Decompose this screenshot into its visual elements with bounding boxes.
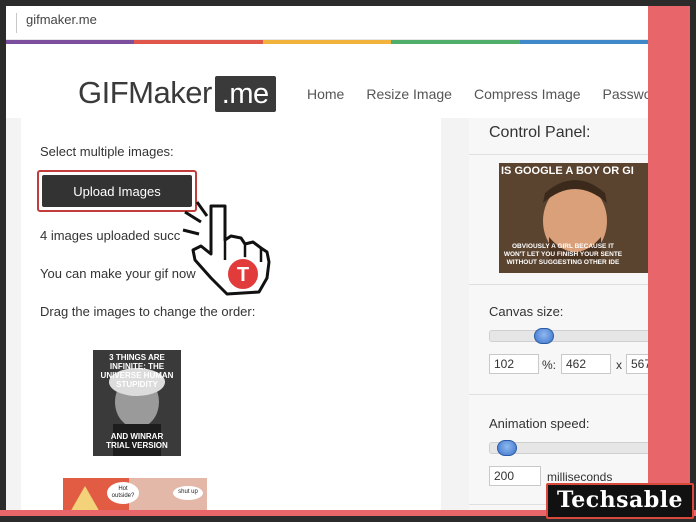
canvas-size-slider-handle[interactable] (534, 328, 554, 344)
nav-home[interactable]: Home (307, 86, 344, 102)
canvas-size-slider[interactable] (489, 328, 648, 344)
canvas-size-label: Canvas size: (489, 304, 564, 319)
hand-badge-letter: T (237, 264, 249, 286)
main-content: Select multiple images: Upload Images 4 … (6, 118, 648, 516)
comic-bubble-2: shut up (173, 486, 203, 500)
select-label: Select multiple images: (40, 144, 174, 159)
nav-password[interactable]: Passwo (603, 86, 648, 102)
address-bar[interactable]: gifmaker.me (6, 6, 648, 40)
dimension-separator: x (616, 358, 622, 372)
site-header: GIFMaker .me Home Resize Image Compress I… (6, 44, 648, 118)
decorative-frame-right (648, 6, 690, 516)
drag-instruction: Drag the images to change the order: (40, 304, 256, 319)
browser-window: gifmaker.me GIFMaker .me Home Resize Imag… (6, 6, 648, 516)
url-text[interactable]: gifmaker.me (26, 12, 97, 27)
animation-speed-input[interactable] (489, 466, 541, 486)
speed-unit: milliseconds (547, 470, 613, 484)
main-nav: Home Resize Image Compress Image Passwo (307, 86, 648, 102)
upload-panel: Select multiple images: Upload Images 4 … (21, 118, 441, 516)
divider (469, 154, 648, 155)
canvas-width-input[interactable] (561, 354, 611, 374)
divider (469, 394, 648, 395)
logo-text: GIFMaker (78, 75, 212, 110)
watermark-logo: Techsable (546, 483, 694, 519)
site-logo[interactable]: GIFMaker .me (78, 75, 276, 112)
thumb1-bottom-text: AND WINRAR TRIAL VERSION (106, 432, 168, 450)
pointer-hand-icon: T (182, 201, 271, 296)
nav-compress-image[interactable]: Compress Image (474, 86, 581, 102)
canvas-height-input[interactable] (626, 354, 648, 374)
watermark-text: Techsable (556, 487, 684, 513)
ready-message: You can make your gif now (40, 266, 196, 281)
comic-bubble-1: Hot outside? (107, 482, 139, 504)
canvas-percent-input[interactable] (489, 354, 539, 374)
thumbnail-einstein[interactable]: 3 THINGS ARE INFINITE: THE UNIVERSE HUMA… (93, 350, 181, 456)
control-panel: Control Panel: IS GOOGLE A BOY OR GI OBV… (469, 118, 648, 516)
control-panel-title: Control Panel: (489, 124, 591, 141)
upload-highlight: Upload Images (37, 170, 197, 212)
thumb1-top-text: 3 THINGS ARE INFINITE: THE UNIVERSE HUMA… (100, 353, 174, 389)
animation-speed-slider-handle[interactable] (497, 440, 517, 456)
preview-top-text: IS GOOGLE A BOY OR GI (501, 165, 634, 177)
uploaded-message: 4 images uploaded succ (40, 228, 181, 243)
url-divider (16, 13, 17, 33)
animation-speed-label: Animation speed: (489, 416, 590, 431)
preview-bottom-text: OBVIOUSLY A GIRL BECAUSE IT WON'T LET YO… (503, 243, 623, 266)
nav-resize-image[interactable]: Resize Image (366, 86, 452, 102)
logo-suffix: .me (214, 76, 276, 112)
animation-speed-slider[interactable] (489, 440, 648, 456)
percent-separator: %: (542, 358, 557, 372)
divider (469, 284, 648, 285)
gif-preview: IS GOOGLE A BOY OR GI OBVIOUSLY A GIRL B… (499, 163, 648, 273)
upload-images-button[interactable]: Upload Images (42, 175, 192, 207)
